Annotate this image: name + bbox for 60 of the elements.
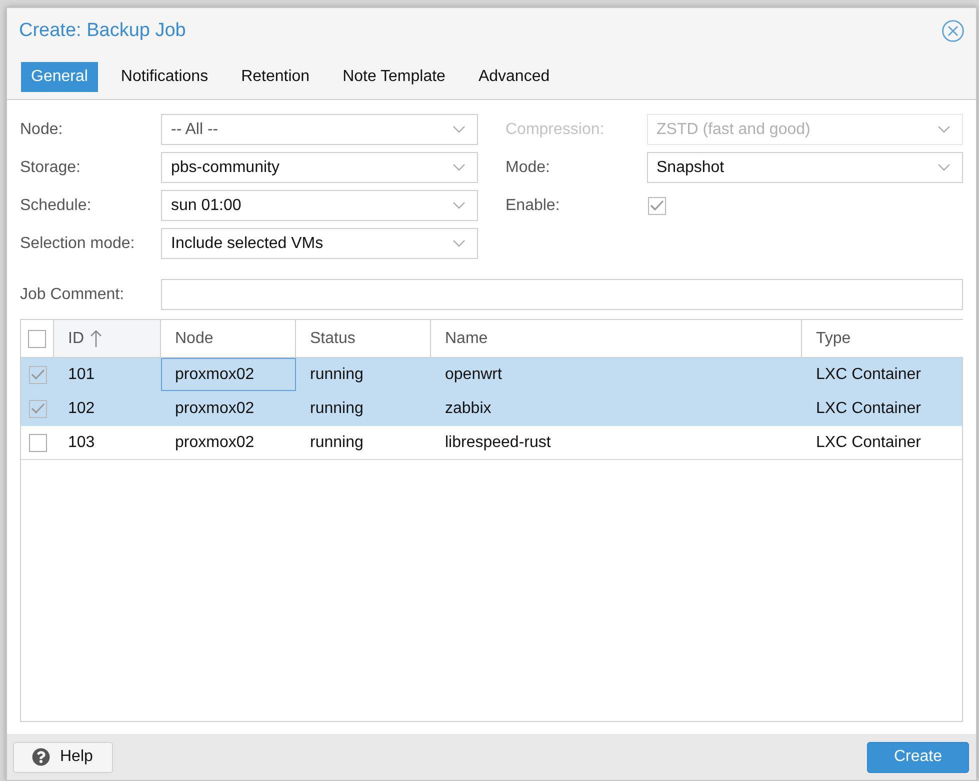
checkbox[interactable]: [28, 400, 46, 418]
table-cell-text: running: [309, 432, 364, 452]
table-cell-text: zabbix: [444, 398, 492, 418]
table-cell-text: 103: [67, 432, 96, 452]
dialog-title: Create: Backup Job: [19, 18, 186, 43]
dropdown-field[interactable]: pbs-community: [161, 152, 478, 183]
checkmark-icon: [650, 200, 664, 211]
table-row[interactable]: 102 proxmox02 running zabbix LXC Container: [21, 392, 962, 426]
dropdown-field[interactable]: Snapshot: [646, 152, 963, 183]
field-label: Enable:: [506, 196, 561, 216]
close-icon[interactable]: [942, 20, 964, 42]
table-cell-text: proxmox02: [174, 398, 256, 418]
field-label: Node:: [20, 120, 64, 140]
help-button[interactable]: Help: [13, 742, 113, 772]
tab[interactable]: Advanced: [468, 62, 560, 92]
table-row[interactable]: 101 proxmox02 running openwrt LXC Container: [21, 358, 962, 392]
column-title: Status: [310, 328, 356, 348]
table-cell-text: running: [309, 398, 364, 418]
field-label: Storage:: [20, 158, 82, 178]
table-cell-text: 102: [67, 398, 96, 418]
column-header[interactable]: ID: [54, 320, 161, 357]
field-label: Compression:: [506, 120, 606, 140]
table-cell-text: openwrt: [444, 364, 503, 384]
chevron-down-icon: [452, 126, 464, 133]
column-title: Type: [816, 328, 851, 348]
tab[interactable]: Note Template: [332, 62, 456, 92]
table-cell-text: 101: [67, 364, 96, 384]
chevron-down-icon: [938, 126, 950, 133]
tab[interactable]: Retention: [231, 62, 320, 92]
table-cell-text: proxmox02: [174, 432, 256, 452]
checkbox[interactable]: [28, 434, 46, 452]
chevron-down-icon: [452, 164, 464, 171]
field-label: Schedule:: [20, 196, 92, 216]
dropdown-field[interactable]: -- All --: [161, 114, 478, 145]
column-title: Node: [175, 328, 214, 348]
tab[interactable]: Notifications: [110, 62, 218, 92]
dropdown-field[interactable]: Include selected VMs: [161, 228, 478, 259]
table-cell-text: running: [309, 364, 364, 384]
chevron-down-icon: [452, 202, 464, 209]
dropdown-field[interactable]: sun 01:00: [161, 190, 478, 221]
table-cell-text: LXC Container: [815, 432, 922, 452]
table-cell-text: LXC Container: [815, 398, 922, 418]
table-cell-text: librespeed-rust: [444, 432, 552, 452]
checkmark-icon: [30, 369, 44, 380]
checkbox[interactable]: [28, 366, 46, 384]
job-comment-field[interactable]: [161, 279, 963, 310]
table-cell: proxmox02: [161, 358, 296, 391]
column-title: ID: [68, 328, 84, 348]
checkbox[interactable]: [648, 196, 666, 214]
column-title: Name: [445, 328, 488, 348]
chevron-down-icon: [938, 164, 950, 171]
help-icon: [32, 748, 50, 766]
checkmark-icon: [30, 403, 44, 414]
chevron-down-icon: [452, 240, 464, 247]
field-label: Job Comment:: [20, 284, 126, 304]
field-label: Selection mode:: [20, 234, 136, 254]
checkbox[interactable]: [28, 330, 46, 348]
field-label: Mode:: [506, 158, 551, 178]
arrow-up-icon: [90, 330, 102, 348]
table-cell-text: LXC Container: [815, 364, 922, 384]
